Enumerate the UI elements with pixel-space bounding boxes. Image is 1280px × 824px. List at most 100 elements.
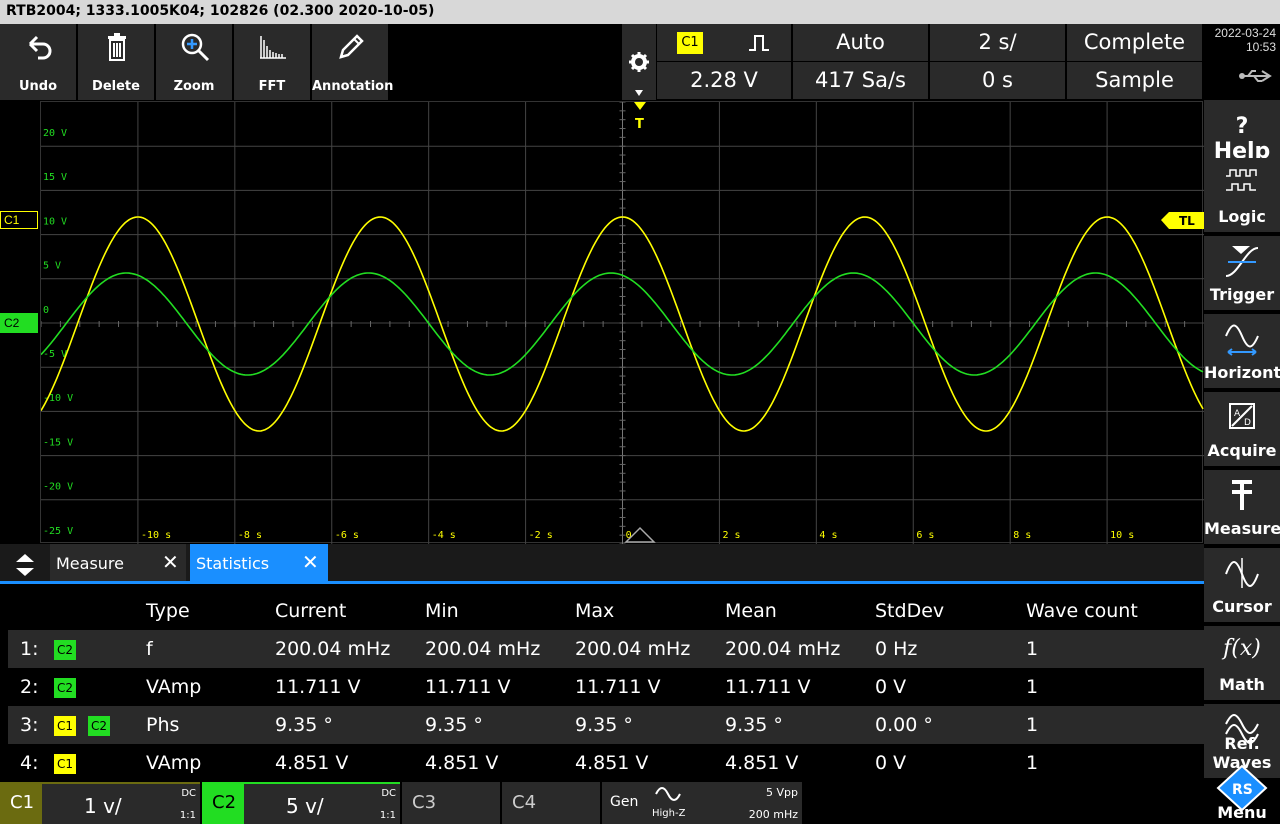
cell-max: 200.04 mHz (575, 638, 691, 660)
zoom-label: Zoom (173, 79, 215, 94)
acquire-button[interactable]: AD Acquire (1204, 392, 1280, 468)
cell-min: 200.04 mHz (425, 638, 541, 660)
x-tick-label: 8 s (1013, 530, 1031, 541)
c2-channel-label[interactable]: C2 (202, 782, 244, 824)
x-tick-label: 10 s (1110, 530, 1134, 541)
x-tick-label: -2 s (529, 530, 553, 541)
gen-label: Gen (610, 794, 639, 810)
col-wave-count: Wave count (1026, 600, 1138, 622)
horizontal-button[interactable]: Horizontal (1204, 314, 1280, 390)
annotation-button[interactable]: Annotation (312, 24, 393, 100)
table-row[interactable]: 1: C2 f 200.04 mHz 200.04 mHz 200.04 mHz 200.0… (8, 630, 1204, 668)
trigger-button[interactable]: Trigger (1204, 236, 1280, 312)
logic-button[interactable]: Logic (1204, 158, 1280, 234)
gen-amplitude: 5 Vpp (766, 786, 798, 799)
c1-scale-box[interactable]: 1 v/ DC 1:1 (42, 782, 200, 824)
cell-mean: 11.711 V (725, 676, 811, 698)
trigger-t-marker: T (635, 117, 644, 132)
channel-badge: C1 (54, 754, 76, 774)
c2-offset-marker[interactable]: C2 (0, 313, 38, 333)
gear-icon (629, 52, 649, 96)
waveform-display[interactable]: 20 V 15 V 10 V5 V 0 -5 V -10 V -15 V -20 V -25 V… (40, 101, 1204, 545)
generator-box[interactable]: Gen High-Z 5 Vpp 200 mHz (602, 782, 802, 824)
channel-bar: C1 1 v/ DC 1:1 C2 5 v/ DC 1:1 C3 C4 Gen … (0, 782, 1204, 824)
resize-arrows-icon[interactable] (14, 552, 36, 578)
cell-current: 4.851 V (275, 752, 349, 774)
undo-label: Undo (18, 79, 58, 94)
time: 10:53 (1245, 40, 1276, 54)
math-label: Math (1219, 675, 1265, 694)
date: 2022-03-24 (1214, 26, 1276, 40)
cell-count: 1 (1026, 752, 1039, 774)
svg-text:D: D (1244, 418, 1251, 428)
undo-icon (28, 35, 52, 60)
timebase[interactable]: 2 s/ (930, 24, 1065, 61)
time-offset[interactable]: 0 s (930, 62, 1065, 99)
y-tick-label: -25 V (43, 526, 73, 537)
delete-button[interactable]: Delete (78, 24, 155, 100)
c3-label: C3 (412, 792, 437, 813)
zoom-button[interactable]: Zoom (156, 24, 233, 100)
trigger-position-marker[interactable] (634, 102, 646, 110)
measure-button[interactable]: Measure (1204, 470, 1280, 546)
y-tick-label: -15 V (43, 437, 73, 448)
c4-channel[interactable]: C4 (502, 782, 600, 824)
cell-type: VAmp (146, 752, 202, 774)
help-icon: ? (1235, 114, 1249, 139)
cell-type: VAmp (146, 676, 202, 698)
horizontal-label: Horizontal (1204, 363, 1280, 382)
cell-current: 9.35 ° (275, 714, 333, 736)
x-tick-label: 2 s (723, 530, 741, 541)
table-row[interactable]: 4: C1 VAmp 4.851 V 4.851 V 4.851 V 4.851 V 0 V 1 (8, 744, 1204, 782)
trigger-level-label: TL (1179, 214, 1195, 228)
horizontal-icon (1225, 324, 1259, 356)
toolbar: Undo Delete Zoom FFT Annotation (0, 24, 393, 100)
gen-impedance: High-Z (652, 808, 686, 819)
x-tick-label: 6 s (916, 530, 934, 541)
c1-channel-label[interactable]: C1 (0, 782, 42, 824)
trigger-level[interactable]: 2.28 V (657, 62, 791, 99)
y-tick-label: 5 V (43, 261, 61, 272)
close-icon[interactable]: ✕ (302, 550, 319, 575)
acquire-label: Acquire (1207, 441, 1277, 460)
cell-min: 4.851 V (425, 752, 499, 774)
trigger-mode[interactable]: Auto (793, 24, 928, 61)
svg-text:RS: RS (1232, 782, 1253, 798)
channel-badge: C2 (88, 716, 110, 736)
acq-mode[interactable]: Sample (1067, 62, 1202, 99)
settings-button[interactable] (622, 24, 656, 100)
left-marker-strip: C1 C2 (0, 100, 40, 544)
c1-ratio: 1:1 (179, 810, 196, 821)
undo-button[interactable]: Undo (0, 24, 77, 100)
table-row[interactable]: 3: C1 C2 Phs 9.35 ° 9.35 ° 9.35 ° 9.35 ° 0.00 ° 1 (8, 706, 1204, 744)
title-bar: RTB2004; 1333.1005K04; 102826 (02.300 20… (0, 0, 1280, 24)
c2-scale-box[interactable]: 5 v/ DC 1:1 (244, 782, 400, 824)
logic-icon (1226, 169, 1257, 191)
cell-count: 1 (1026, 676, 1039, 698)
fft-button[interactable]: FFT (234, 24, 311, 100)
tab-measure-label: Measure (56, 554, 124, 573)
cell-mean: 9.35 ° (725, 714, 783, 736)
c1-offset-marker[interactable]: C1 (0, 211, 38, 229)
menu-button[interactable]: RS Menu (1204, 764, 1280, 824)
close-icon[interactable]: ✕ (162, 550, 179, 575)
trigger-source-cell[interactable]: C1 (657, 24, 791, 61)
math-button[interactable]: f(x) Math (1204, 626, 1280, 702)
menu-label: Menu (1217, 803, 1267, 822)
channel-badge: C2 (54, 678, 76, 698)
logic-label: Logic (1218, 207, 1266, 226)
table-row[interactable]: 2: C2 VAmp 11.711 V 11.711 V 11.711 V 11.711 V… (8, 668, 1204, 706)
tab-measure[interactable]: Measure ✕ (50, 544, 186, 581)
channel-badge: C2 (54, 640, 76, 660)
cell-mean: 4.851 V (725, 752, 799, 774)
cell-count: 1 (1026, 638, 1039, 660)
row-index: 2: (20, 676, 39, 698)
cell-current: 200.04 mHz (275, 638, 391, 660)
c3-channel[interactable]: C3 (402, 782, 500, 824)
acquire-icon: AD (1229, 403, 1255, 429)
trigger-icon (1225, 246, 1259, 277)
cursor-button[interactable]: Cursor (1204, 548, 1280, 624)
tab-statistics[interactable]: Statistics ✕ (190, 544, 328, 581)
y-tick-label: -5 V (43, 349, 67, 360)
channel-badge: C1 (54, 716, 76, 736)
